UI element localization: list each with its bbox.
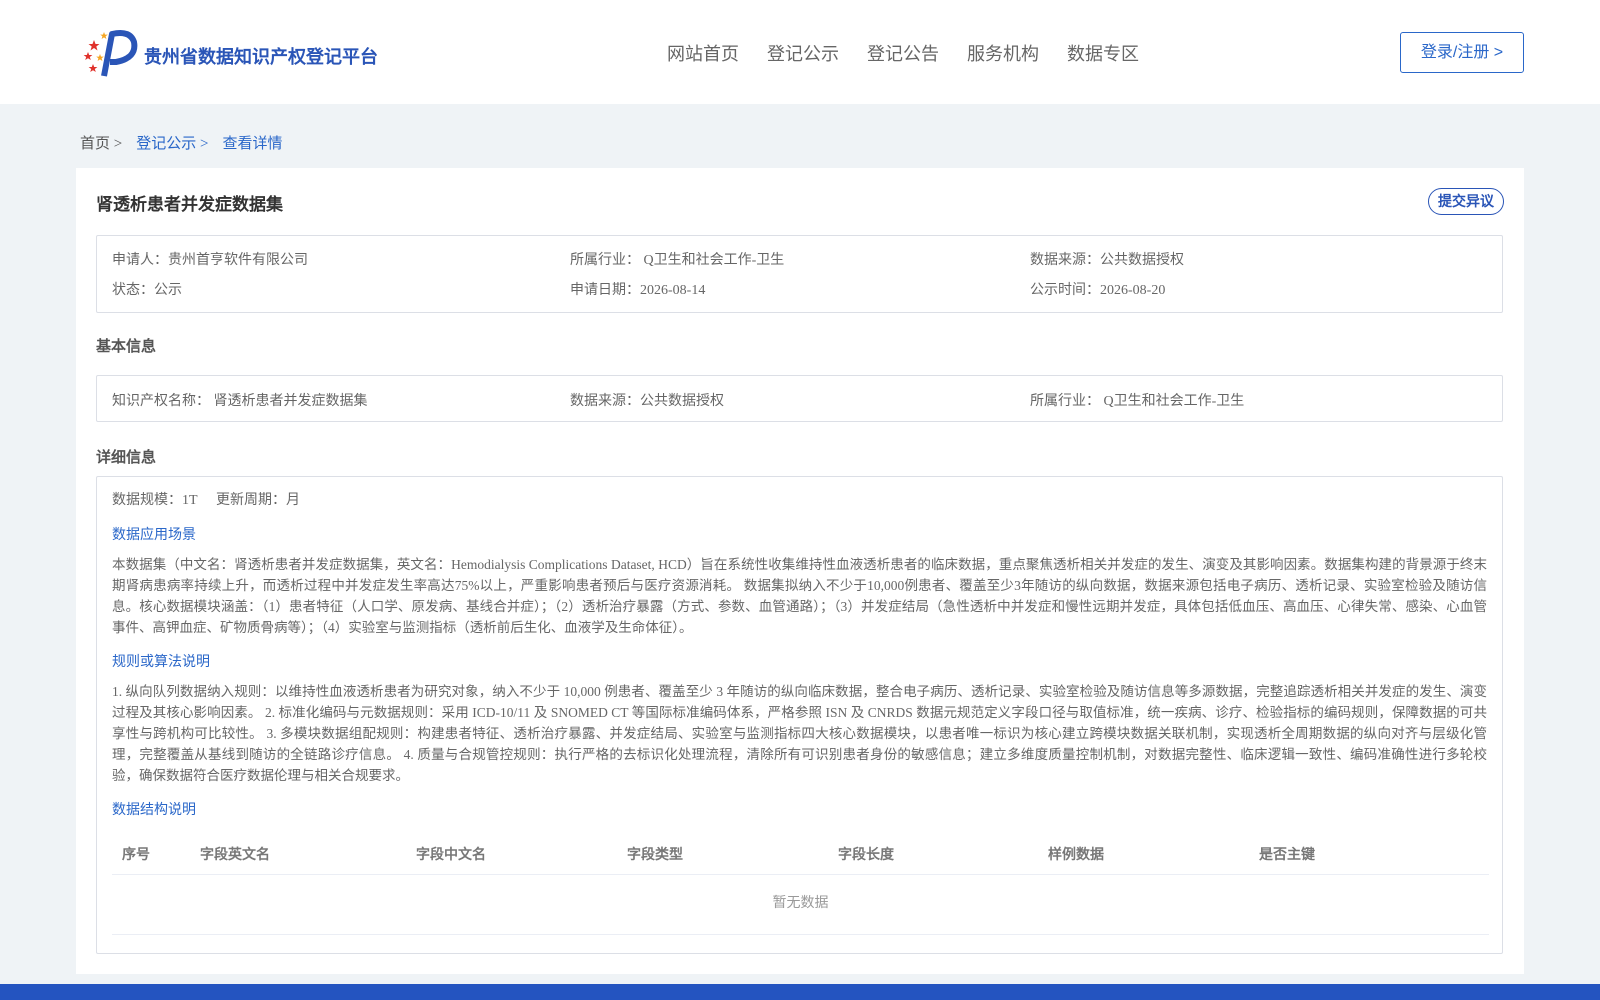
breadcrumb: 首页 > 登记公示 > 查看详情 (80, 132, 296, 153)
detail-info-panel: 数据规模：1T 更新周期：月 数据应用场景 本数据集（中文名：肾透析患者并发症数… (96, 476, 1503, 954)
data-scale: 数据规模：1T (112, 493, 198, 508)
data-source: 数据来源：公共数据授权 (1030, 253, 1184, 268)
basic-industry: 所属行业： Q卫生和社会工作-卫生 (1030, 394, 1245, 409)
ip-name: 知识产权名称： 肾透析患者并发症数据集 (112, 394, 368, 409)
column-chinese-name: 字段中文名 (416, 846, 486, 862)
publish-date: 公示时间：2026-08-20 (1030, 283, 1166, 298)
column-sample: 样例数据 (1048, 846, 1104, 862)
summary-panel: 申请人：贵州首亨软件有限公司 所属行业： Q卫生和社会工作-卫生 数据来源：公共… (96, 235, 1503, 313)
apply-date: 申请日期：2026-08-14 (570, 283, 706, 298)
application-scenario-text: 本数据集（中文名：肾透析患者并发症数据集，英文名：Hemodialysis Co… (112, 557, 1487, 635)
basic-info-panel: 知识产权名称： 肾透析患者并发症数据集 数据来源：公共数据授权 所属行业： Q卫… (96, 375, 1503, 422)
detail-info-heading: 详细信息 (96, 449, 157, 466)
structure-table-header: 序号 字段英文名 字段中文名 字段类型 字段长度 样例数据 是否主键 (112, 829, 1489, 875)
platform-logo-icon (83, 30, 138, 77)
login-register-button[interactable]: 登录/注册 > (1400, 32, 1524, 73)
breadcrumb-publicity[interactable]: 登记公示 > (136, 136, 208, 152)
basic-info-heading: 基本信息 (96, 338, 157, 355)
breadcrumb-current: 查看详情 (222, 136, 283, 152)
detail-card: 肾透析患者并发症数据集 提交异议 申请人：贵州首亨软件有限公司 所属行业： Q卫… (76, 168, 1524, 974)
page-footer (0, 984, 1600, 1000)
column-type: 字段类型 (627, 846, 683, 862)
application-scenario-heading: 数据应用场景 (112, 528, 196, 543)
submit-objection-button[interactable]: 提交异议 (1428, 188, 1504, 215)
column-length: 字段长度 (838, 846, 894, 862)
platform-name: 贵州省数据知识产权登记平台 (144, 47, 378, 67)
nav-registration-publicity[interactable]: 登记公示 (767, 40, 839, 66)
industry: 所属行业： Q卫生和社会工作-卫生 (570, 253, 785, 268)
table-empty-state: 暂无数据 (112, 875, 1489, 935)
breadcrumb-home[interactable]: 首页 > (80, 136, 122, 152)
record-title: 肾透析患者并发症数据集 (96, 195, 283, 214)
main-nav: 网站首页 登记公示 登记公告 服务机构 数据专区 (667, 40, 1167, 66)
column-index: 序号 (122, 846, 150, 862)
rules-text: 1. 纵向队列数据纳入规则：以维持性血液透析患者为研究对象，纳入不少于 10,0… (112, 684, 1487, 783)
applicant: 申请人：贵州首亨软件有限公司 (112, 253, 308, 268)
top-header: 贵州省数据知识产权登记平台 网站首页 登记公示 登记公告 服务机构 数据专区 登… (0, 0, 1600, 104)
status: 状态：公示 (112, 283, 182, 298)
nav-registration-announcement[interactable]: 登记公告 (867, 40, 939, 66)
rules-heading: 规则或算法说明 (112, 655, 210, 670)
nav-service-agencies[interactable]: 服务机构 (967, 40, 1039, 66)
column-primary-key: 是否主键 (1259, 846, 1315, 862)
nav-data-zone[interactable]: 数据专区 (1067, 40, 1139, 66)
data-structure-heading: 数据结构说明 (112, 803, 196, 818)
update-cycle: 更新周期：月 (216, 493, 300, 508)
column-english-name: 字段英文名 (200, 846, 270, 862)
basic-data-source: 数据来源：公共数据授权 (570, 394, 724, 409)
nav-home[interactable]: 网站首页 (667, 40, 739, 66)
